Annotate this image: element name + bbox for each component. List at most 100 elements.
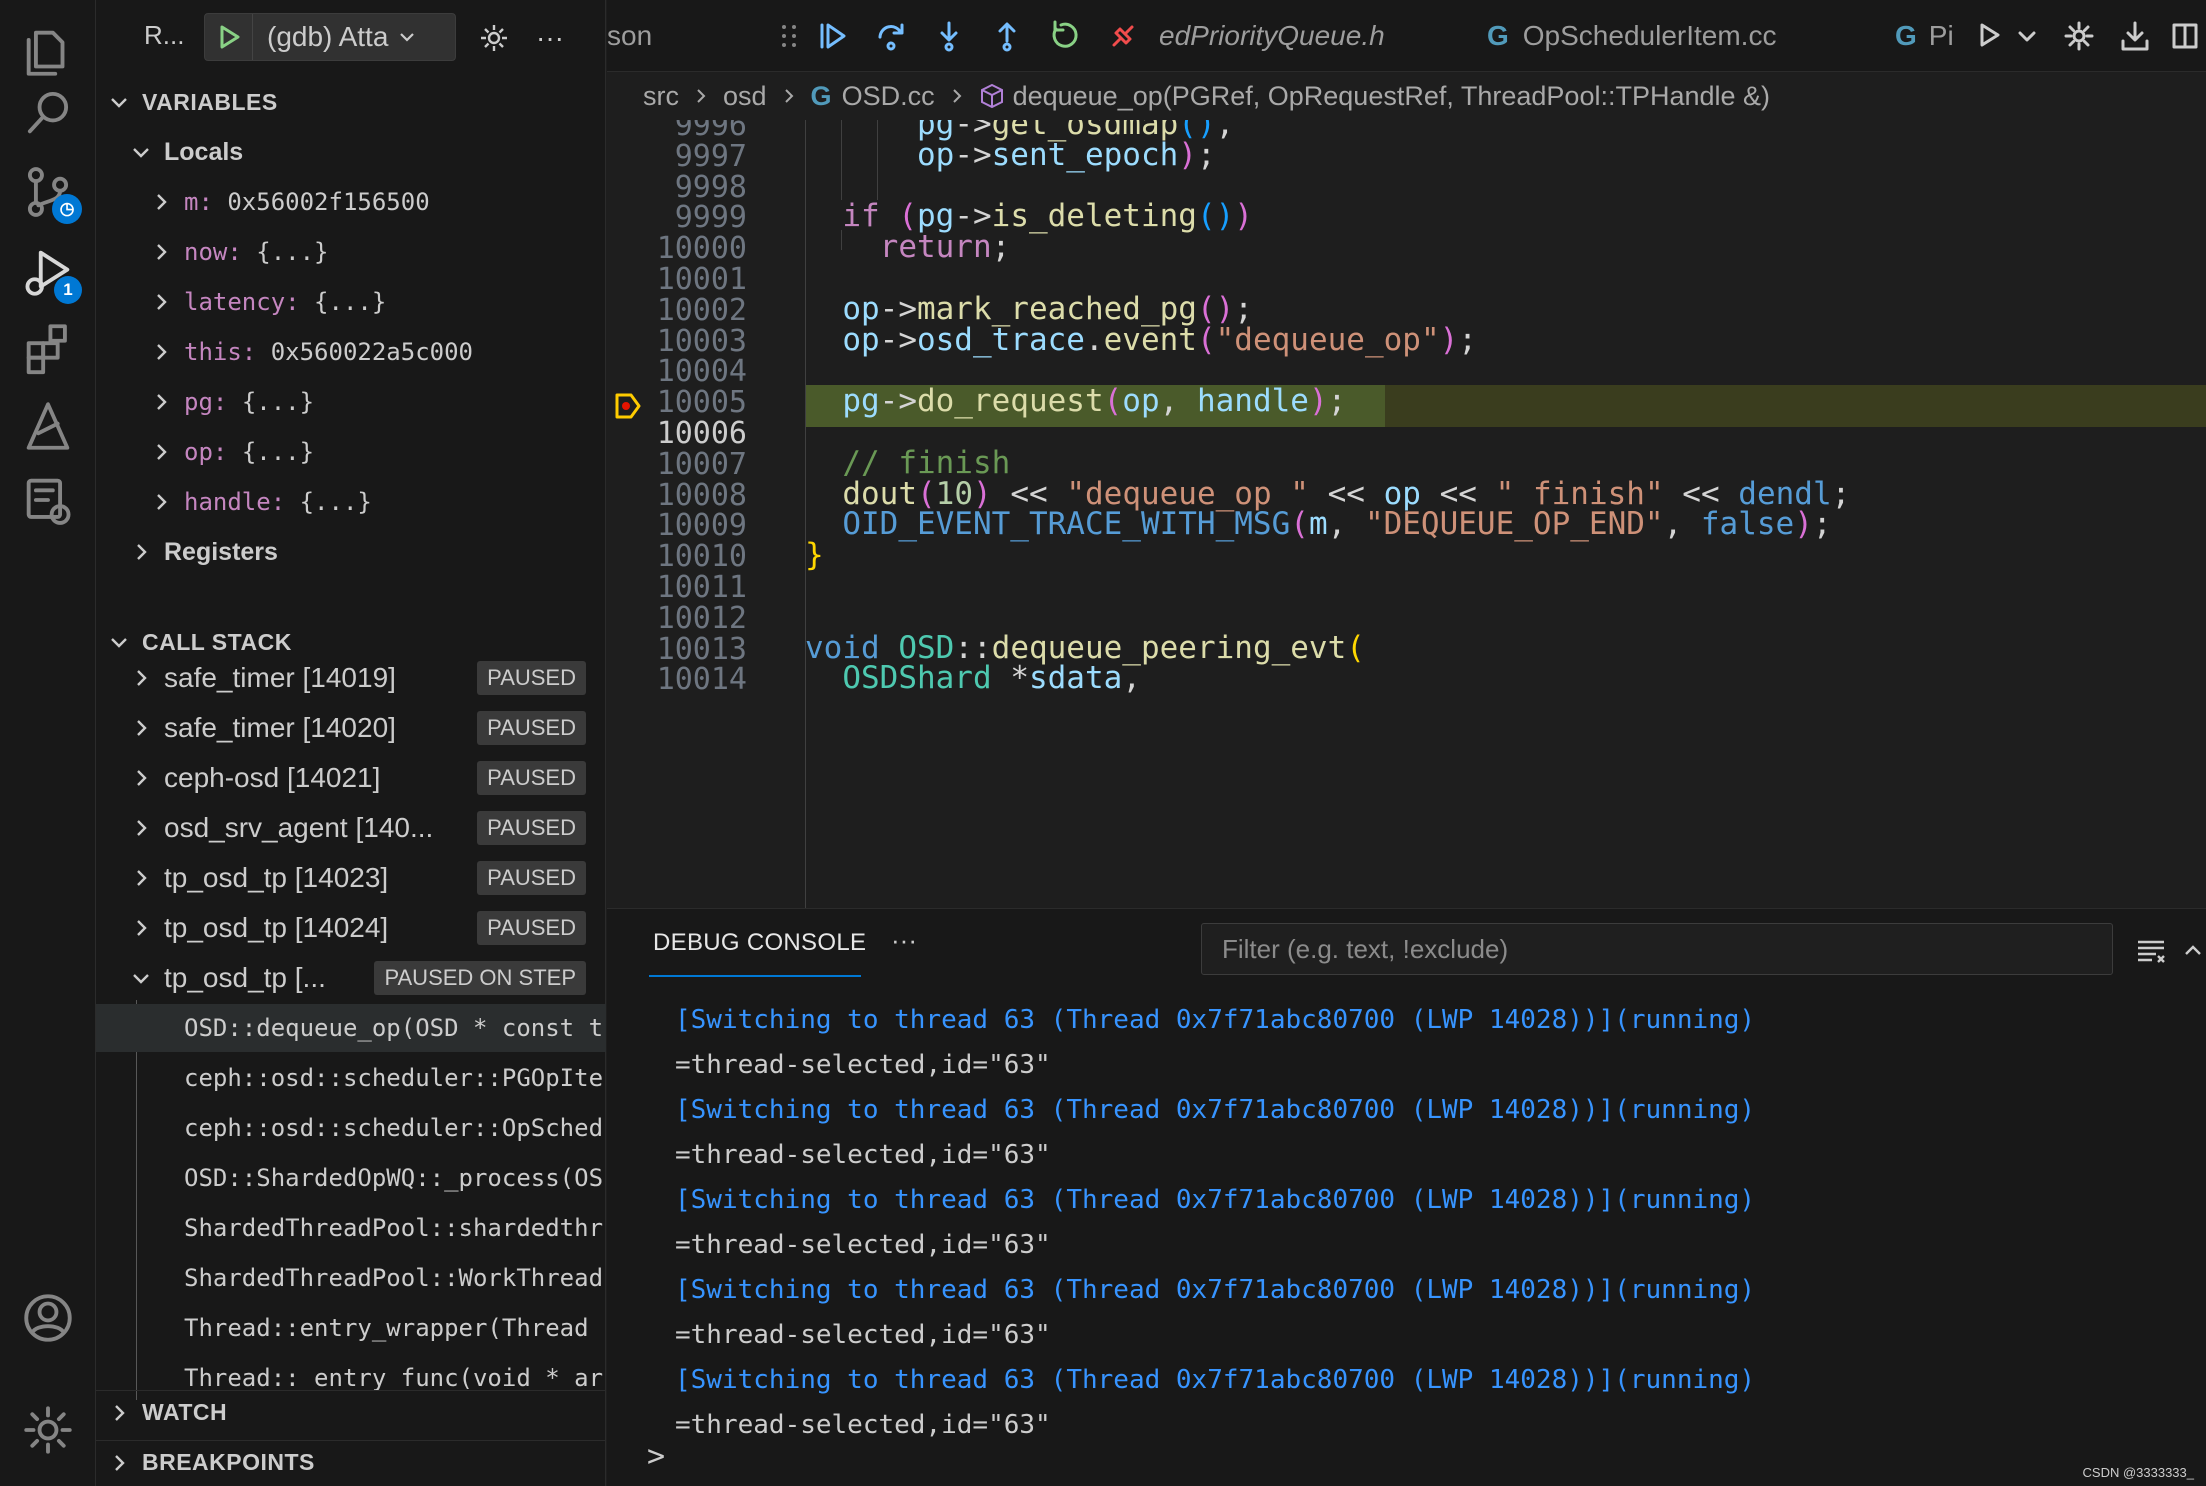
- restart-icon[interactable]: [1043, 14, 1087, 58]
- clock-icon: ◷: [52, 194, 82, 224]
- breadcrumb-src[interactable]: src: [643, 81, 679, 112]
- source-control-icon[interactable]: ◷: [14, 158, 82, 226]
- thread-status-badge: PAUSED: [477, 661, 586, 695]
- breadcrumb-osd[interactable]: osd: [723, 81, 767, 112]
- chevron-up-icon[interactable]: [2181, 931, 2205, 971]
- debug-toolbar: R... (gdb) Atta ···: [96, 0, 606, 72]
- call-stack-thread[interactable]: tp_osd_tp [14024] PAUSED: [96, 904, 606, 952]
- tab-priority-queue[interactable]: edPriorityQueue.h: [1159, 0, 1385, 72]
- cpp-file-icon: G: [1895, 20, 1917, 51]
- clear-console-icon[interactable]: [2131, 931, 2171, 971]
- variable-value: {...}: [256, 238, 329, 266]
- breadcrumb-file[interactable]: OSD.cc: [842, 81, 935, 112]
- variable-row[interactable]: latency: {...}: [96, 278, 606, 326]
- variables-section-header[interactable]: VARIABLES: [96, 80, 606, 124]
- chevron-right-icon: [697, 89, 706, 103]
- stack-frame[interactable]: ceph::osd::scheduler::OpSched: [96, 1104, 606, 1152]
- chevron-right-icon: [157, 344, 167, 360]
- drag-handle-icon[interactable]: [767, 14, 811, 58]
- thread-name: tp_osd_tp [...: [164, 962, 326, 993]
- split-editor-icon[interactable]: [2163, 14, 2206, 58]
- variable-row[interactable]: now: {...}: [96, 228, 606, 276]
- thread-name: ceph-osd [14021]: [164, 762, 381, 793]
- call-stack-title: CALL STACK: [142, 628, 292, 655]
- variable-row[interactable]: pg: {...}: [96, 378, 606, 426]
- variable-row[interactable]: this: 0x560022a5c000: [96, 328, 606, 376]
- settings-gear-icon[interactable]: [2057, 14, 2101, 58]
- thread-name: tp_osd_tp [14024]: [164, 912, 389, 943]
- breadcrumb-symbol[interactable]: dequeue_op(PGRef, OpRequestRef, ThreadPo…: [1013, 81, 1770, 112]
- step-out-icon[interactable]: [985, 14, 1029, 58]
- call-stack-thread[interactable]: osd_srv_agent [140... PAUSED: [96, 804, 606, 852]
- extensions-icon[interactable]: [14, 314, 82, 382]
- thread-name: tp_osd_tp [14023]: [164, 862, 389, 893]
- line-number: 10002: [656, 292, 747, 328]
- launch-config-select[interactable]: (gdb) Atta: [204, 13, 456, 61]
- call-stack-thread[interactable]: tp_osd_tp [14023] PAUSED: [96, 854, 606, 902]
- watch-section-header[interactable]: WATCH: [96, 1390, 606, 1434]
- disconnect-icon[interactable]: [1101, 14, 1145, 58]
- gear-icon[interactable]: [474, 18, 514, 58]
- stack-frame[interactable]: Thread::entry_wrapper(Thread: [96, 1304, 606, 1352]
- call-stack-thread[interactable]: tp_osd_tp [... PAUSED ON STEP: [96, 954, 606, 1002]
- chevron-right-icon: [952, 89, 961, 103]
- call-stack-thread[interactable]: safe_timer [14020] PAUSED: [96, 704, 606, 752]
- code-editor[interactable]: 9996 9997 9998 9999 10000 10001 10002 10003 1000…: [607, 120, 2206, 908]
- line-number: 10013: [656, 631, 747, 667]
- line-number: 9999: [674, 200, 747, 236]
- variable-value: 0x56002f156500: [227, 188, 430, 216]
- locals-label: Locals: [164, 137, 244, 166]
- line-number: 10012: [656, 600, 747, 636]
- variable-row[interactable]: handle: {...}: [96, 478, 606, 526]
- stack-frame[interactable]: ShardedThreadPool::WorkThread: [96, 1254, 606, 1302]
- variable-value: 0x560022a5c000: [270, 338, 473, 366]
- run-debug-icon[interactable]: 1: [14, 238, 82, 306]
- tab-opscheduleritem[interactable]: G OpSchedulerItem.cc: [1487, 0, 1776, 72]
- thread-status-badge: PAUSED ON STEP: [374, 961, 586, 995]
- chevron-right-icon: [115, 1454, 125, 1471]
- account-icon[interactable]: [14, 1284, 82, 1352]
- remote-icon[interactable]: [14, 392, 82, 460]
- line-number: 10001: [656, 262, 747, 297]
- step-over-icon[interactable]: [869, 14, 913, 58]
- tab-partial[interactable]: son: [607, 0, 687, 72]
- variable-name: this:: [184, 338, 257, 366]
- variable-name: pg:: [184, 388, 228, 416]
- thread-status-badge: PAUSED: [477, 911, 586, 945]
- start-debugging-icon[interactable]: [205, 14, 253, 60]
- line-number: 10009: [656, 508, 747, 544]
- continue-icon[interactable]: [811, 14, 855, 58]
- chevron-down-icon[interactable]: [2005, 14, 2049, 58]
- stack-frame[interactable]: ShardedThreadPool::shardedthr: [96, 1204, 606, 1252]
- stack-frame[interactable]: OSD::dequeue_op(OSD * const t: [96, 1004, 606, 1052]
- watermark: CSDN @3333333_: [2082, 1465, 2194, 1480]
- download-icon[interactable]: [2113, 14, 2157, 58]
- panel-more-icon[interactable]: ···: [891, 925, 917, 956]
- search-icon[interactable]: [14, 78, 82, 146]
- explorer-icon[interactable]: [14, 18, 82, 86]
- call-stack-thread[interactable]: ceph-osd [14021] PAUSED: [96, 754, 606, 802]
- step-into-icon[interactable]: [927, 14, 971, 58]
- manage-gear-icon[interactable]: [14, 1396, 82, 1464]
- stack-frame[interactable]: OSD::ShardedOpWQ::_process(OS: [96, 1154, 606, 1202]
- tab-partial-right[interactable]: G Pi: [1895, 0, 1954, 72]
- variable-row[interactable]: m: 0x56002f156500: [96, 178, 606, 226]
- chevron-down-icon: [133, 148, 149, 158]
- debug-console-panel: DEBUG CONSOLE ··· Filter (e.g. text, !ex…: [607, 908, 2206, 1486]
- breakpoints-title: BREAKPOINTS: [142, 1449, 315, 1475]
- remote-explorer-icon[interactable]: [14, 466, 82, 534]
- registers-label: Registers: [164, 537, 278, 566]
- variable-row[interactable]: op: {...}: [96, 428, 606, 476]
- tab-debug-console[interactable]: DEBUG CONSOLE: [653, 929, 866, 957]
- console-filter-input[interactable]: Filter (e.g. text, !exclude): [1201, 923, 2113, 975]
- stack-frame[interactable]: ceph::osd::scheduler::PGOpIte: [96, 1054, 606, 1102]
- breakpoints-section-header[interactable]: BREAKPOINTS: [96, 1440, 606, 1484]
- variable-value: {...}: [241, 388, 315, 416]
- call-stack-thread[interactable]: safe_timer [14019] PAUSED: [96, 654, 606, 702]
- console-prompt[interactable]: >: [647, 1439, 665, 1474]
- console-output-line: [Switching to thread 63 (Thread 0x7f71ab…: [675, 1005, 1756, 1035]
- locals-scope[interactable]: Locals: [96, 128, 606, 176]
- chevron-down-icon: [111, 98, 127, 108]
- more-actions-icon[interactable]: ···: [530, 18, 570, 58]
- registers-scope[interactable]: Registers: [96, 528, 606, 576]
